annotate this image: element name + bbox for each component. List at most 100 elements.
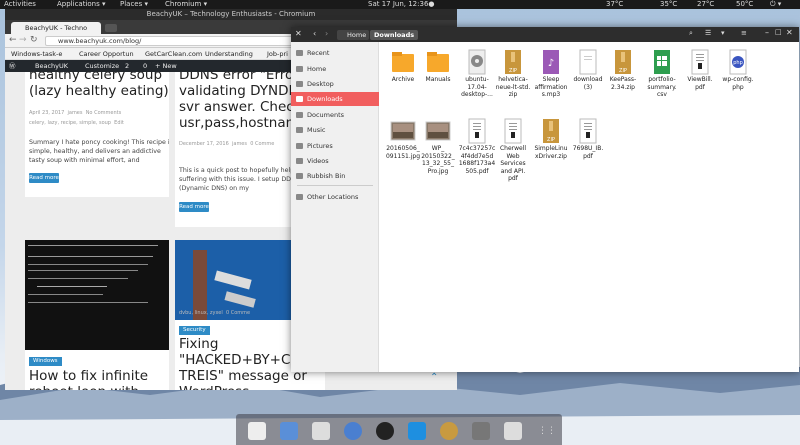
files-header-bar: ✕ ‹ › Home Downloads ⌕ ☰ ▾ ≡ – □ ✕ [291,27,799,42]
sidebar-item-videos[interactable]: Videos [291,154,379,168]
bookmark-item[interactable]: Job-pri [267,48,288,60]
category-badge[interactable]: Security [179,326,210,335]
path-downloads-button[interactable]: Downloads [370,30,419,40]
place-icon [296,143,303,149]
sidebar-item-downloads[interactable]: Downloads [291,92,379,106]
minimize-icon[interactable]: – [765,28,769,37]
maximize-icon[interactable]: □ [775,28,782,36]
post-tags: celery, lazy, recipe, simple, soup Edit [29,120,124,126]
wp-site-link[interactable]: BeachyUK [35,60,68,72]
app-icon[interactable] [440,422,458,440]
bookmark-item[interactable]: GetCarClean.com [145,48,202,60]
pdf-icon [468,118,486,144]
new-tab-button[interactable] [105,24,117,32]
wp-comments-count[interactable]: 0 [143,60,147,72]
forward-icon[interactable]: → [19,35,27,45]
wordpress-icon[interactable]: Ⓦ [9,60,16,72]
scroll-up-icon[interactable]: ⌃ [430,372,444,384]
post-meta: dvbu, linux, zyxel 0 Comme [179,310,251,316]
file-item[interactable]: php wp-config. php [715,48,761,91]
chromium-icon[interactable] [344,422,362,440]
gimp-icon[interactable] [472,422,490,440]
show-apps-icon[interactable]: ⋮⋮ [538,422,556,440]
post-title[interactable]: How to fix infinite reboot loop with [29,368,148,390]
terminal-screenshot [25,240,169,350]
read-more-button[interactable]: Read more [29,173,59,183]
sidebar-item-music[interactable]: Music [291,123,379,137]
sidebar-item-rubbish-bin[interactable]: Rubbish Bin [291,169,379,183]
board-temp: 27°C [697,0,715,8]
wp-customize-link[interactable]: Customize [85,60,119,72]
close-window-icon[interactable]: ✕ [786,28,793,37]
place-icon [296,96,303,102]
system-top-bar: Activities Applications ▾ Places ▾ Chrom… [0,0,800,9]
file-name: wp-config. php [722,76,754,91]
sidebar-item-recent[interactable]: Recent [291,46,379,60]
post-title[interactable]: DDNS error "Error validating DYNDNS svr … [179,72,307,131]
disc-image-icon [468,49,486,75]
category-badge[interactable]: Windows [29,357,62,366]
clock[interactable]: Sat 17 Jun, 12:36● [368,0,435,9]
chromium-menu[interactable]: Chromium ▾ [165,0,207,9]
power-icon[interactable]: ⏻ ▾ [770,0,781,9]
file-item[interactable]: 7698U_IB. pdf [565,117,611,160]
activities-button[interactable]: Activities [4,0,36,9]
place-icon [296,112,303,118]
radio-app-icon[interactable] [504,422,522,440]
post-excerpt: This is a quick post to hopefully help o… [179,167,303,192]
keepass-icon[interactable] [376,422,394,440]
zip-icon: ZIP [505,50,521,74]
bookmark-item[interactable]: Career Opportun [79,48,134,60]
menu-icon[interactable]: ≡ [741,29,747,37]
path-home-button[interactable]: Home [337,30,370,40]
sidebar-item-label: Rubbish Bin [307,172,346,180]
zip-icon: ZIP [615,50,631,74]
wp-new-button[interactable]: + New [155,60,177,72]
places-menu[interactable]: Places ▾ [120,0,148,9]
sidebar-item-label: Downloads [307,95,343,103]
browser-tab[interactable]: BeachyUK - Techno [11,22,101,34]
applications-menu[interactable]: Applications ▾ [57,0,106,9]
gpu-temp: 35°C [660,0,678,8]
post-title[interactable]: healthy celery soup (lazy healthy eating… [29,72,169,99]
sidebar-item-desktop[interactable]: Desktop [291,77,379,91]
back-icon[interactable]: ‹ [313,29,316,38]
svg-text:ZIP: ZIP [547,137,555,143]
audio-icon: ♪ [543,50,559,74]
place-icon [296,50,303,56]
forward-icon[interactable]: › [325,29,328,38]
files-app-icon[interactable] [280,422,298,440]
camera-app-icon[interactable] [312,422,330,440]
post-excerpt: Summary I hate poncy cooking! This recip… [29,139,169,164]
disk-temp: 50°C [736,0,754,8]
sidebar-item-label: Recent [307,49,330,57]
sidebar-item-label: Other Locations [307,193,359,201]
place-icon [296,66,303,72]
wp-updates-count[interactable]: 2 [125,60,129,72]
read-more-button[interactable]: Read more [179,202,209,212]
sidebar-item-home[interactable]: Home [291,62,379,76]
place-icon [296,158,303,164]
svg-text:php: php [733,60,743,66]
php-icon: php [729,49,747,75]
sort-icon[interactable]: ▾ [721,29,725,37]
close-icon[interactable]: ✕ [295,29,302,38]
post-meta: December 17, 2016 james 0 Comme [179,141,275,147]
sidebar-item-pictures[interactable]: Pictures [291,139,379,153]
search-icon[interactable]: ⌕ [689,29,693,38]
list-view-icon[interactable]: ☰ [705,29,711,37]
post-meta: April 23, 2017 james No Comments [29,110,122,116]
address-bar[interactable]: www.beachyuk.com/blog/ [45,36,295,46]
svg-text:ZIP: ZIP [509,68,517,74]
back-icon[interactable]: ← [9,35,17,45]
sidebar-divider [297,185,373,186]
reload-icon[interactable]: ↻ [30,35,38,45]
sidebar-item-other-locations[interactable]: Other Locations [291,190,379,204]
bookmark-item[interactable]: Windows-task-e [11,48,62,60]
places-sidebar: Recent Home Desktop Downloads Documents Music… [291,42,379,372]
app-icon[interactable] [248,422,266,440]
teamviewer-icon[interactable] [408,422,426,440]
svg-text:ZIP: ZIP [619,68,627,74]
sidebar-item-documents[interactable]: Documents [291,108,379,122]
bookmark-item[interactable]: Understanding [205,48,253,60]
